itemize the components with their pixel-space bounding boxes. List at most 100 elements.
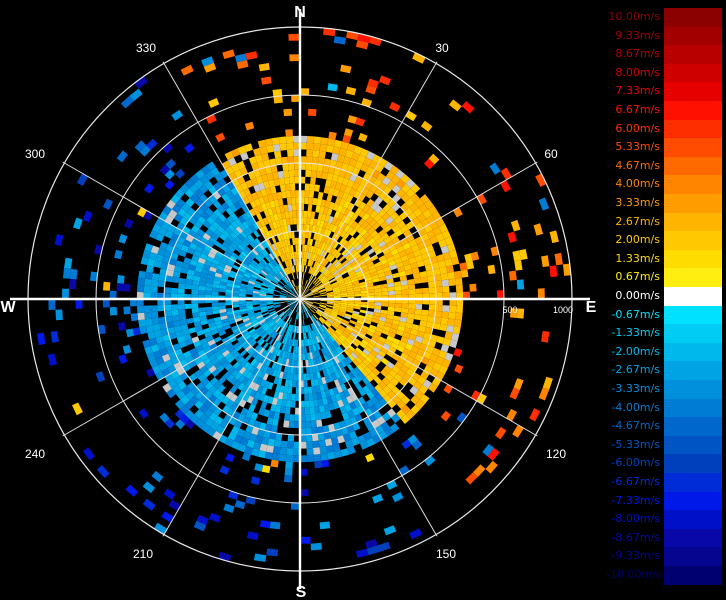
velocity-bin	[510, 219, 521, 232]
velocity-bin	[139, 326, 148, 335]
velocity-bin	[355, 548, 369, 558]
colorbar-level: -4.00m/s	[606, 398, 726, 418]
velocity-bin	[421, 304, 430, 311]
velocity-bin	[208, 512, 221, 523]
velocity-bin	[114, 249, 123, 260]
velocity-bin	[234, 500, 246, 510]
colorbar-swatch	[664, 305, 722, 325]
velocity-bin	[316, 170, 323, 179]
velocity-bin	[310, 413, 316, 421]
velocity-bin	[271, 137, 280, 145]
velocity-bin	[171, 309, 179, 316]
velocity-bin	[283, 108, 292, 117]
velocity-bin	[284, 183, 291, 192]
velocity-bin	[307, 204, 313, 212]
velocity-bin	[303, 203, 309, 211]
velocity-bin	[225, 453, 235, 463]
velocity-bin	[455, 305, 463, 314]
velocity-bin	[305, 427, 312, 435]
colorbar-level-label: -8.67m/s	[611, 530, 660, 544]
velocity-bin	[303, 387, 309, 395]
colorbar-level-label: 10.00m/s	[608, 10, 660, 23]
velocity-bin	[261, 76, 272, 85]
velocity-bin	[317, 191, 324, 200]
velocity-bin	[289, 414, 295, 422]
velocity-bin	[506, 408, 518, 422]
velocity-bin	[247, 531, 259, 541]
velocity-bin	[428, 310, 436, 317]
colorbar-swatch	[664, 417, 722, 436]
velocity-bin	[171, 276, 180, 283]
velocity-bin	[452, 326, 461, 335]
velocity-bin	[279, 184, 286, 192]
velocity-bin	[469, 283, 477, 292]
velocity-bin	[285, 190, 292, 198]
velocity-bin	[184, 303, 192, 310]
velocity-bin	[69, 268, 78, 280]
colorbar-level-label: 6.00m/s	[615, 121, 660, 135]
velocity-bin	[291, 393, 296, 401]
velocity-bin	[365, 453, 375, 463]
velocity-bin	[208, 98, 220, 108]
velocity-colorbar: 10.00m/s 9.33m/s 8.67m/s 8.00m/s 7.33m/s 6.67…	[606, 0, 726, 600]
velocity-bin	[340, 64, 352, 74]
velocity-bin	[285, 454, 294, 462]
velocity-bin	[304, 407, 311, 415]
velocity-bin	[118, 233, 128, 244]
velocity-bin	[304, 393, 309, 401]
velocity-bin	[381, 291, 389, 296]
velocity-bin	[319, 446, 328, 455]
colorbar-swatch	[664, 156, 722, 176]
velocity-bin	[144, 271, 153, 280]
colorbar-level: 3.33m/s	[606, 194, 726, 213]
velocity-bin	[151, 311, 159, 319]
velocity-bin	[394, 303, 402, 308]
velocity-bin	[150, 286, 158, 293]
velocity-bin	[455, 277, 463, 286]
velocity-bin	[533, 223, 543, 236]
velocity-bin	[392, 492, 404, 503]
velocity-bin	[191, 307, 199, 314]
velocity-bin	[301, 285, 304, 293]
velocity-bin	[281, 156, 289, 165]
velocity-bin	[507, 231, 517, 243]
velocity-bin	[164, 304, 172, 311]
velocity-bin	[440, 317, 449, 325]
east-label: E	[586, 299, 597, 316]
velocity-bin	[449, 99, 462, 112]
velocity-bin	[541, 331, 550, 343]
velocity-bin	[277, 419, 284, 428]
velocity-bin	[143, 285, 151, 293]
colorbar-level: 6.67m/s	[606, 101, 726, 120]
velocity-bin	[137, 284, 145, 293]
velocity-bin	[485, 460, 498, 474]
velocity-bin	[54, 233, 64, 246]
velocity-bin	[282, 163, 289, 171]
velocity-bin	[288, 163, 295, 171]
colorbar-level: 4.67m/s	[606, 156, 726, 176]
colorbar-swatch	[664, 268, 722, 287]
velocity-bin	[303, 366, 307, 374]
velocity-bin	[180, 64, 194, 76]
colorbar-level-label: -3.33m/s	[611, 382, 660, 395]
colorbar-level: -2.00m/s	[606, 342, 726, 362]
velocity-bin	[287, 149, 294, 157]
velocity-bin	[305, 156, 313, 164]
velocity-bin	[428, 281, 436, 288]
velocity-bin	[272, 143, 281, 152]
velocity-bin	[274, 289, 281, 293]
velocity-bin	[311, 427, 318, 435]
velocity-bin	[318, 439, 326, 448]
velocity-bin	[271, 453, 280, 461]
velocity-bin	[314, 184, 321, 192]
velocity-bin	[264, 451, 273, 460]
velocity-bin	[320, 294, 327, 297]
velocity-bin	[151, 279, 159, 287]
velocity-bin	[442, 305, 450, 312]
velocity-bin	[177, 288, 185, 294]
velocity-bin	[123, 306, 131, 315]
colorbar-level-label: 3.33m/s	[615, 196, 660, 209]
velocity-bin	[305, 434, 313, 442]
velocity-bin	[303, 217, 308, 225]
velocity-bin	[191, 284, 199, 291]
